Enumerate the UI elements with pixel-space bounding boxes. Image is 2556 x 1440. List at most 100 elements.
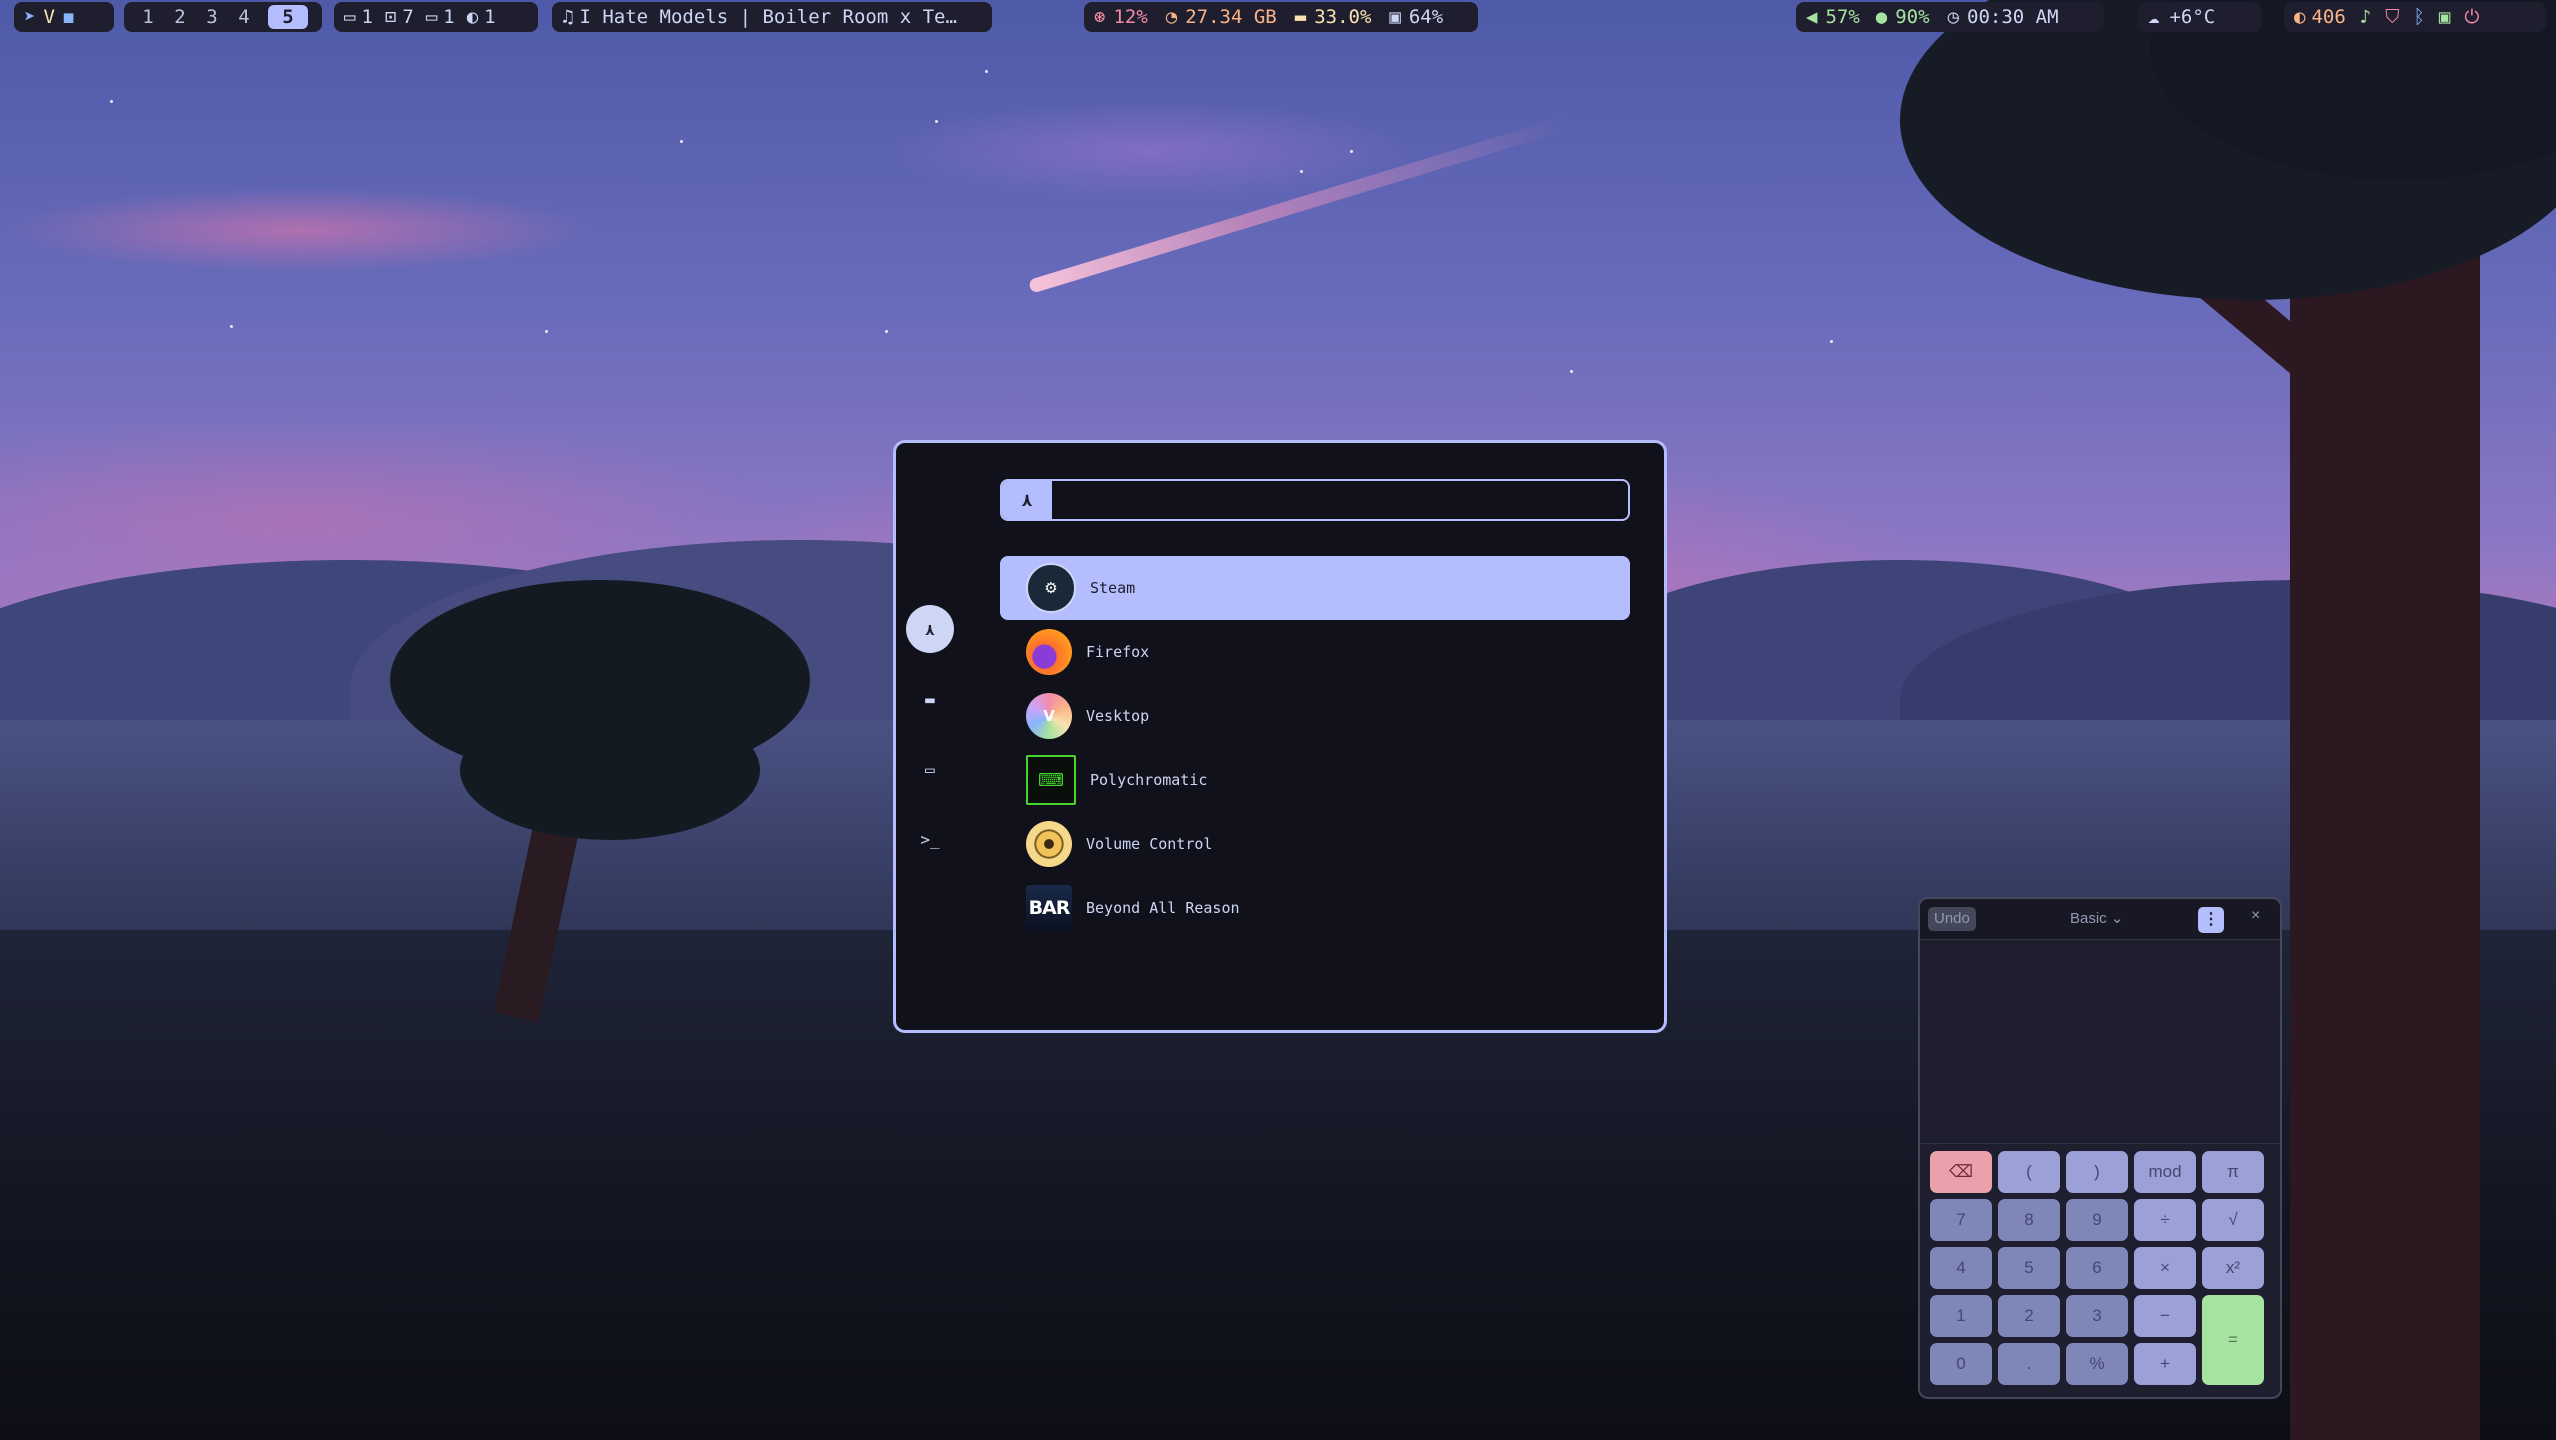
mode-dropdown[interactable]: Basic ⌄ <box>2070 909 2123 927</box>
terminal-window-icon: ⊡ <box>384 6 397 28</box>
key-9[interactable]: 9 <box>2066 1199 2128 1241</box>
notification-bell-icon[interactable]: ♪ <box>2360 6 2371 28</box>
key-3[interactable]: 3 <box>2066 1295 2128 1337</box>
shield-icon[interactable]: ⛉ <box>2385 6 2399 28</box>
key-1[interactable]: 1 <box>1930 1295 1992 1337</box>
launcher-pill[interactable]: ➤ V ◼ <box>14 2 114 32</box>
run-mode-button[interactable]: >_ <box>906 815 954 863</box>
cloud-rain-icon: ☁ <box>2148 6 2160 28</box>
sqrt-key[interactable]: √ <box>2202 1199 2264 1241</box>
system-stats: ⊛ 12% ◔ 27.34 GB ▬ 33.0% ▣ 64% <box>1084 2 1478 32</box>
top-bar: ➤ V ◼ 1 2 3 4 5 ▭ 1 ⊡ 7 ▭ 1 ◐ 1 ♫ I Hate Mod… <box>0 0 2556 34</box>
volume-control-icon <box>1026 821 1072 867</box>
bar-icon: BAR <box>1026 885 1072 931</box>
result-volume-control[interactable]: Volume Control <box>1000 812 1630 876</box>
media-player[interactable]: ♫ I Hate Models | Boiler Room x Te… <box>552 2 992 32</box>
key-0[interactable]: 0 <box>1930 1343 1992 1385</box>
volume-level[interactable]: 57% <box>1825 6 1859 28</box>
microphone-icon[interactable]: ● <box>1876 6 1887 28</box>
subtract-key[interactable]: − <box>2134 1295 2196 1337</box>
steam-icon: ⚙ <box>1026 563 1076 613</box>
apps-mode-icon: ⋏ <box>925 619 935 639</box>
close-button[interactable]: × <box>2251 907 2260 925</box>
tray: ◐ 406 ♪ ⛉ ᛒ ▣ ⏻ <box>2284 2 2546 32</box>
square-key[interactable]: x² <box>2202 1247 2264 1289</box>
workspace-2[interactable]: 2 <box>166 6 194 28</box>
key-5[interactable]: 5 <box>1998 1247 2060 1289</box>
calculator-window: Undo Basic ⌄ ⋮ × ⌫ ( ) mod π 7 8 9 ÷ √ 4… <box>1918 897 2282 1399</box>
half-circle-icon: ◐ <box>466 6 479 28</box>
workspaces: 1 2 3 4 5 <box>124 2 322 32</box>
key-8[interactable]: 8 <box>1998 1199 2060 1241</box>
result-label: Polychromatic <box>1090 771 1208 789</box>
search-bar: ⋏ <box>1000 479 1630 521</box>
result-polychromatic[interactable]: ⌨ Polychromatic <box>1000 748 1630 812</box>
multiply-key[interactable]: × <box>2134 1247 2196 1289</box>
music-note-icon: ♫ <box>562 6 574 28</box>
right-paren-key[interactable]: ) <box>2066 1151 2128 1193</box>
left-paren-key[interactable]: ( <box>1998 1151 2060 1193</box>
menu-button[interactable]: ⋮ <box>2198 907 2224 933</box>
result-label: Vesktop <box>1086 707 1150 725</box>
window-icon: ▭ <box>925 759 935 779</box>
disk-icon: ▣ <box>1389 6 1401 28</box>
result-label: Volume Control <box>1086 835 1213 853</box>
result-beyond-all-reason[interactable]: BAR Beyond All Reason <box>1000 876 1630 940</box>
workspace-5[interactable]: 5 <box>268 5 308 29</box>
calculator-keypad: ⌫ ( ) mod π 7 8 9 ÷ √ 4 5 6 × x² 1 2 3 −… <box>1930 1151 2270 1385</box>
polychromatic-icon: ⌨ <box>1026 755 1076 805</box>
result-firefox[interactable]: Firefox <box>1000 620 1630 684</box>
workspace-4[interactable]: 4 <box>230 6 258 28</box>
key-4[interactable]: 4 <box>1930 1247 1992 1289</box>
network-icon[interactable]: ▣ <box>2439 6 2450 28</box>
power-icon[interactable]: ⏻ <box>2464 6 2479 28</box>
app-icon[interactable]: ◼ <box>63 6 74 28</box>
updates-icon[interactable]: ◐ <box>2294 6 2305 28</box>
clock-icon: ◷ <box>1947 6 1960 28</box>
key-2[interactable]: 2 <box>1998 1295 2060 1337</box>
apps-mode-button[interactable]: ⋏ <box>906 605 954 653</box>
app-launcher: ⋏ ▬ ▭ >_ ⋏ ⚙ Steam Firefox V Vesktop ⌨ P… <box>893 440 1667 1033</box>
files-mode-button[interactable]: ▬ <box>906 675 954 723</box>
undo-button[interactable]: Undo <box>1928 907 1976 931</box>
key-6[interactable]: 6 <box>2066 1247 2128 1289</box>
result-steam[interactable]: ⚙ Steam <box>1000 556 1630 620</box>
workspace-1[interactable]: 1 <box>134 6 162 28</box>
vesktop-icon: V <box>1026 693 1072 739</box>
add-key[interactable]: + <box>2134 1343 2196 1385</box>
mod-key[interactable]: mod <box>2134 1151 2196 1193</box>
percent-key[interactable]: % <box>2066 1343 2128 1385</box>
divide-key[interactable]: ÷ <box>2134 1199 2196 1241</box>
workspace-3[interactable]: 3 <box>198 6 226 28</box>
result-vesktop[interactable]: V Vesktop <box>1000 684 1630 748</box>
bluetooth-icon[interactable]: ᛒ <box>2414 6 2425 28</box>
volume-icon[interactable]: ◀ <box>1806 6 1817 28</box>
memory-usage: 27.34 GB <box>1185 6 1277 28</box>
pi-key[interactable]: π <box>2202 1151 2264 1193</box>
cpu-usage: 12% <box>1113 6 1148 28</box>
results-list: ⚙ Steam Firefox V Vesktop ⌨ Polychromati… <box>1000 556 1630 940</box>
now-playing-title: I Hate Models | Boiler Room x Te… <box>579 6 957 28</box>
decimal-key[interactable]: . <box>1998 1343 2060 1385</box>
search-input[interactable] <box>1052 481 1628 519</box>
weather[interactable]: ☁ +6°C <box>2138 2 2262 32</box>
cpu-icon: ⊛ <box>1094 6 1106 28</box>
vscode-icon[interactable]: V <box>43 6 54 28</box>
window-icon: ▭ <box>425 6 438 28</box>
window-icon: ▭ <box>344 6 356 28</box>
backspace-key[interactable]: ⌫ <box>1930 1151 1992 1193</box>
terminal-icon: >_ <box>920 829 940 849</box>
key-7[interactable]: 7 <box>1930 1199 1992 1241</box>
mic-level[interactable]: 90% <box>1895 6 1929 28</box>
calculator-display[interactable] <box>1920 943 2280 1144</box>
audio-and-clock: ◀ 57% ● 90% ◷ 00:30 AM <box>1796 2 2104 32</box>
firefox-icon <box>1026 629 1072 675</box>
equals-key[interactable]: = <box>2202 1295 2264 1385</box>
clock-time[interactable]: 00:30 AM <box>1967 6 2059 28</box>
windows-mode-button[interactable]: ▭ <box>906 745 954 793</box>
send-icon[interactable]: ➤ <box>24 6 35 28</box>
updates-count[interactable]: 406 <box>2311 6 2345 28</box>
result-label: Beyond All Reason <box>1086 899 1240 917</box>
window-counts: ▭ 1 ⊡ 7 ▭ 1 ◐ 1 <box>334 2 538 32</box>
window-count-2: 7 <box>402 6 414 28</box>
